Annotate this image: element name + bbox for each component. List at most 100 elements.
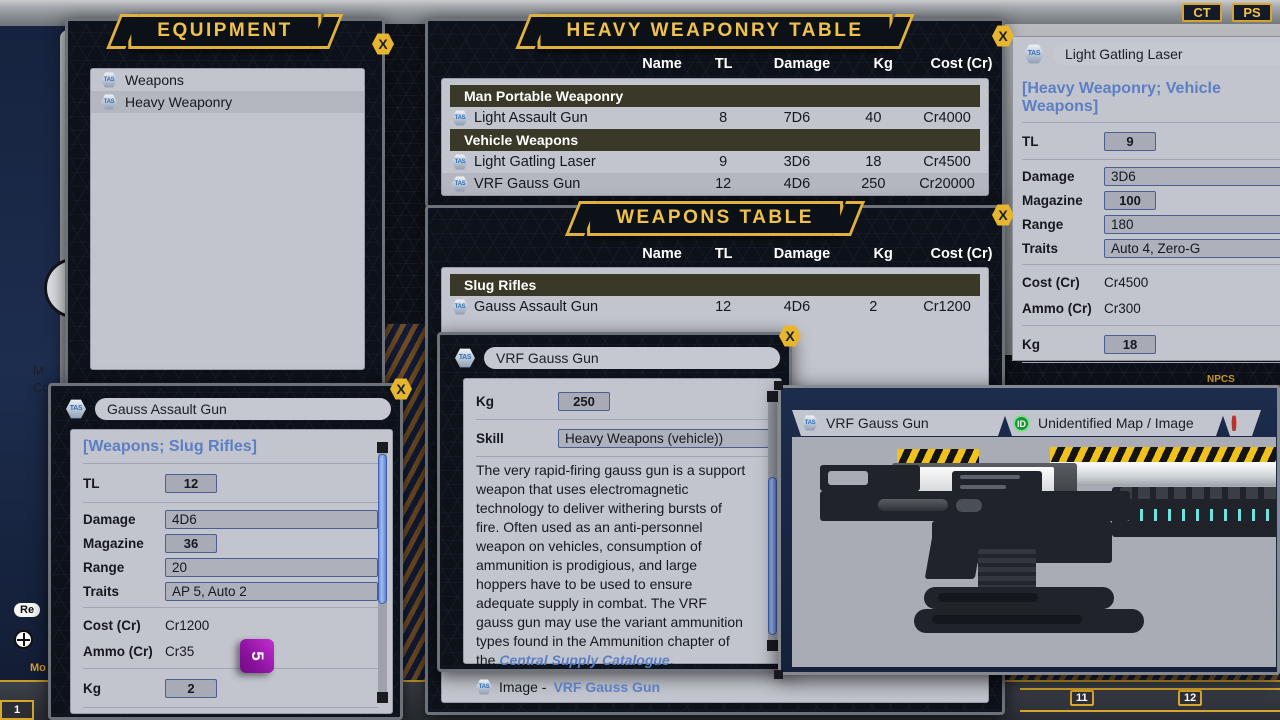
category-row: Slug Rifles <box>450 274 980 296</box>
gauss-category-link[interactable]: [Weapons; Slug Rifles] <box>83 438 378 456</box>
field-value-input[interactable]: 3D6 <box>1104 166 1280 186</box>
vrf-description: The very rapid-firing gauss gun is a sup… <box>476 461 769 670</box>
field-value-input[interactable]: Heavy Weapons (vehicle)) <box>558 428 769 448</box>
table-row[interactable]: Light Assault Gun 8 7D6 40 Cr4000 <box>442 107 988 129</box>
internal-rod-1 <box>960 475 1020 479</box>
light-gatling-laser-sheet[interactable]: Light Gatling Laser [Heavy Weaponry; Veh… <box>1012 36 1280 363</box>
tas-icon <box>452 299 468 315</box>
vrf-description-tail: . <box>669 652 674 668</box>
table-row[interactable]: Light Gatling Laser 9 3D6 18 Cr4500 <box>442 151 988 173</box>
hidden-pill-label[interactable]: Re <box>14 603 41 617</box>
id-icon: ID <box>1013 415 1030 432</box>
ct-button[interactable]: CT <box>1182 3 1222 22</box>
heavy-table-header: Name TL Damage Kg Cost (Cr) <box>425 56 1005 72</box>
field-value-input[interactable]: AP 5, Auto 2 <box>165 581 378 601</box>
central-supply-catalogue-link[interactable]: Central Supply Catalogue <box>499 652 669 668</box>
field-value-button[interactable]: 100 <box>1104 190 1156 210</box>
field-damage: Damage 4D6 <box>83 507 378 531</box>
field-value-button[interactable]: 2 <box>165 678 217 698</box>
vrf-gauss-gun-image[interactable] <box>792 437 1276 667</box>
vrf-sheet-body: Kg 250 Skill Heavy Weapons (vehicle)) Th… <box>463 378 782 695</box>
resize-handle-top-left[interactable] <box>774 381 783 390</box>
field-label: Ammo (Cr) <box>83 643 153 659</box>
field-label: Damage <box>83 511 136 527</box>
ps-button[interactable]: PS <box>1232 3 1272 22</box>
gatling-item-name[interactable]: Light Gatling Laser <box>1053 43 1280 65</box>
field-value-button[interactable]: 9 <box>1104 131 1156 151</box>
tab-label: VRF Gauss Gun <box>826 415 929 431</box>
row-name-text: VRF Gauss Gun <box>474 176 581 192</box>
field-value-button[interactable]: 36 <box>165 533 217 553</box>
scrollbar-thumb[interactable] <box>768 477 777 635</box>
resize-handle-bottom-left[interactable] <box>774 670 783 679</box>
field-ammo: Ammo (Cr) Cr35 <box>83 638 378 664</box>
gatling-sheet-titlebar: Light Gatling Laser <box>1018 42 1280 66</box>
cell-kg: 18 <box>865 154 882 170</box>
tab-unidentified-map-image[interactable]: ID Unidentified Map / Image <box>1003 410 1225 436</box>
field-kg: Kg 18 <box>1022 330 1280 358</box>
tas-icon <box>476 679 492 695</box>
ruler-number-12: 12 <box>1178 690 1203 706</box>
vrf-description-scrollbar[interactable] <box>767 391 778 651</box>
field-value-input[interactable]: 180 <box>1104 214 1280 234</box>
divider <box>1022 362 1280 363</box>
divider <box>83 502 378 503</box>
cell-damage: 3D6 <box>783 154 811 170</box>
field-value-button[interactable]: 12 <box>165 473 217 493</box>
field-value-input[interactable]: 20 <box>165 557 378 577</box>
cell-damage: 4D6 <box>783 176 811 192</box>
gauss-item-name[interactable]: Gauss Assault Gun <box>95 398 391 420</box>
heavy-weaponry-table-window[interactable]: HEAVY WEAPONRY TABLE X Name TL Damage Kg… <box>425 14 1014 208</box>
cell-kg: 2 <box>869 299 878 315</box>
row-name-text: Gauss Assault Gun <box>474 299 599 315</box>
tab-vrf-gauss-gun[interactable]: VRF Gauss Gun <box>792 410 1007 436</box>
equipment-item-label: Weapons <box>125 72 184 88</box>
field-value-button[interactable]: 250 <box>558 391 610 411</box>
vrf-image-link-row: Image - VRF Gauss Gun <box>476 679 769 695</box>
image-viewer-window[interactable]: VRF Gauss Gun ID Unidentified Map / Imag… <box>774 381 1280 679</box>
gauss-assault-gun-sheet-window[interactable]: X Gauss Assault Gun [Weapons; Slug Rifle… <box>48 378 412 720</box>
equipment-item-weapons[interactable]: Weapons <box>91 69 364 91</box>
divider <box>1022 159 1280 160</box>
field-label: Kg <box>1022 336 1040 352</box>
vrf-image-link[interactable]: VRF Gauss Gun <box>553 679 660 695</box>
tab-extra[interactable] <box>1221 410 1261 436</box>
field-value-input[interactable]: Auto 4, Zero-G <box>1104 238 1280 258</box>
gauss-sheet-scrollbar[interactable] <box>377 442 388 703</box>
hidden-tab-chip: 1 <box>0 700 34 720</box>
field-label: Cost (Cr) <box>83 617 141 633</box>
field-label: TL <box>1022 133 1039 149</box>
divider <box>83 607 378 608</box>
tas-icon <box>1024 44 1044 64</box>
field-tl: TL 12 <box>83 468 378 498</box>
cell-tl: 12 <box>715 299 732 315</box>
column-header-tl: TL <box>714 56 733 72</box>
gauss-sheet-body: [Weapons; Slug Rifles] TL 12 Damage 4D6 … <box>70 429 393 714</box>
equipment-item-heavy-weaponry[interactable]: Heavy Weaponry <box>91 91 364 113</box>
field-label: Traits <box>83 583 120 599</box>
tas-icon <box>452 110 468 126</box>
cell-cost: Cr4500 <box>923 154 971 170</box>
field-value-button[interactable]: 18 <box>1104 334 1156 354</box>
field-label: Range <box>1022 216 1064 232</box>
tas-icon <box>101 94 117 110</box>
selector-switch <box>956 499 982 512</box>
field-value-input[interactable]: 4D6 <box>165 509 378 529</box>
cell-damage: 4D6 <box>783 299 811 315</box>
dice-token[interactable]: 5 <box>240 639 274 673</box>
vrf-gauss-gun-sheet-window[interactable]: X VRF Gauss Gun Kg 250 Skill Heavy Weapo… <box>437 325 801 695</box>
scrollbar-cap-bottom <box>767 640 778 651</box>
field-label: TL <box>83 475 100 491</box>
vrf-item-name[interactable]: VRF Gauss Gun <box>484 347 780 369</box>
red-hex-icon <box>1231 415 1237 432</box>
scrollbar-thumb[interactable] <box>378 454 387 604</box>
heavy-table-body: Man Portable Weaponry Light Assault Gun … <box>441 78 989 196</box>
cell-damage: 7D6 <box>783 110 811 126</box>
field-value-text: Cr4500 <box>1104 274 1149 290</box>
table-row[interactable]: Gauss Assault Gun 12 4D6 2 Cr1200 <box>442 296 988 318</box>
field-range: Range 20 <box>83 555 378 579</box>
gatling-category-link[interactable]: [Heavy Weaponry; Vehicle Weapons] <box>1022 80 1280 116</box>
table-row[interactable]: VRF Gauss Gun 12 4D6 250 Cr20000 <box>442 173 988 195</box>
equipment-window[interactable]: EQUIPMENT X Weapons Heavy Weaponry <box>65 14 394 388</box>
target-crosshair-icon[interactable] <box>14 630 33 649</box>
